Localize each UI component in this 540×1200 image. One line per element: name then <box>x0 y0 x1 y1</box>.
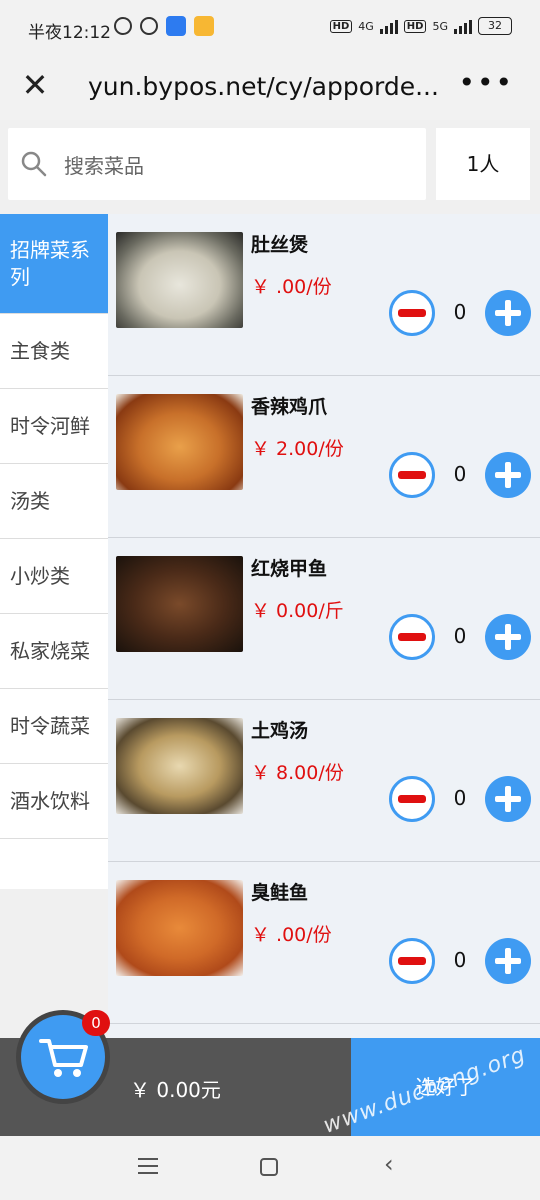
url-text[interactable]: yun.bypos.net/cy/apporde... <box>88 72 448 101</box>
status-time: 半夜12:12 <box>28 23 111 43</box>
cart-count-badge: 0 <box>82 1010 110 1036</box>
status-bar: 半夜12:12 HD 4G HD 5G 32 <box>0 0 540 58</box>
search-input[interactable]: 搜索菜品 <box>8 128 426 200</box>
dish-price: ￥ .00/份 <box>251 276 332 298</box>
dish-price: ￥ 0.00/斤 <box>251 600 344 622</box>
decrease-button[interactable] <box>389 452 435 498</box>
search-icon <box>21 151 47 177</box>
hd-icon: HD <box>329 19 353 33</box>
hd-icon-2: HD <box>403 19 427 33</box>
category-item-signature[interactable]: 招牌菜系列 <box>0 214 108 314</box>
category-item-braised[interactable]: 私家烧菜 <box>0 614 108 689</box>
status-right: HD 4G HD 5G 32 <box>329 17 512 35</box>
cart-total: ￥ 0.00元 <box>130 1078 221 1102</box>
system-nav-bar: ‹ <box>0 1136 540 1200</box>
dish-quantity: 0 <box>453 948 467 972</box>
dish-price: ￥ 8.00/份 <box>251 762 344 784</box>
dish-quantity: 0 <box>453 300 467 324</box>
dish-image <box>116 880 243 976</box>
dish-item: 红烧甲鱼 ￥ 0.00/斤 0 <box>108 538 540 700</box>
browser-toolbar: ✕ yun.bypos.net/cy/apporde... ••• <box>0 58 540 120</box>
dish-item: 臭鲑鱼 ￥ .00/份 0 <box>108 862 540 1024</box>
dish-image <box>116 556 243 652</box>
dish-item: 土鸡汤 ￥ 8.00/份 0 <box>108 700 540 862</box>
network-label: 4G <box>358 19 374 33</box>
dish-name: 红烧甲鱼 <box>251 558 328 580</box>
category-sidebar: 招牌菜系列 主食类 时令河鲜 汤类 小炒类 私家烧菜 时令蔬菜 酒水饮料 <box>0 214 108 1044</box>
recent-apps-icon[interactable] <box>138 1158 158 1176</box>
close-icon[interactable]: ✕ <box>18 68 52 102</box>
back-icon[interactable]: ‹ <box>384 1150 394 1178</box>
increase-button[interactable] <box>485 452 531 498</box>
dish-name: 肚丝煲 <box>251 234 309 256</box>
status-notification-icons <box>114 16 214 36</box>
dish-item: 肚丝煲 ￥ .00/份 0 <box>108 214 540 376</box>
dish-item: 香辣鸡爪 ￥ 2.00/份 0 <box>108 376 540 538</box>
mute-icon <box>114 17 132 35</box>
decrease-button[interactable] <box>389 290 435 336</box>
home-icon[interactable] <box>260 1158 278 1176</box>
category-spacer <box>0 839 108 889</box>
increase-button[interactable] <box>485 290 531 336</box>
search-row: 搜索菜品 1人 <box>0 120 540 214</box>
alarm-icon <box>140 17 158 35</box>
category-item-staple[interactable]: 主食类 <box>0 314 108 389</box>
network-label-2: 5G <box>432 19 448 33</box>
app-notification-icon-2 <box>194 16 214 36</box>
dish-price: ￥ .00/份 <box>251 924 332 946</box>
dish-name: 臭鲑鱼 <box>251 882 309 904</box>
more-options-icon[interactable]: ••• <box>458 66 514 99</box>
decrease-button[interactable] <box>389 938 435 984</box>
dish-quantity: 0 <box>453 786 467 810</box>
search-placeholder: 搜索菜品 <box>64 154 144 178</box>
signal-icon-2 <box>454 18 472 34</box>
dish-quantity: 0 <box>453 462 467 486</box>
dish-image <box>116 718 243 814</box>
people-count-button[interactable]: 1人 <box>436 128 530 200</box>
increase-button[interactable] <box>485 614 531 660</box>
dish-name: 香辣鸡爪 <box>251 396 328 418</box>
dish-image <box>116 394 243 490</box>
category-item-soup[interactable]: 汤类 <box>0 464 108 539</box>
app-notification-icon <box>166 16 186 36</box>
dish-name: 土鸡汤 <box>251 720 309 742</box>
category-item-stir-fry[interactable]: 小炒类 <box>0 539 108 614</box>
category-item-drinks[interactable]: 酒水饮料 <box>0 764 108 839</box>
signal-icon <box>379 18 398 34</box>
cart-icon <box>39 1039 88 1077</box>
decrease-button[interactable] <box>389 614 435 660</box>
category-item-vegetables[interactable]: 时令蔬菜 <box>0 689 108 764</box>
decrease-button[interactable] <box>389 776 435 822</box>
dish-price: ￥ 2.00/份 <box>251 438 344 460</box>
battery-icon: 32 <box>478 17 512 35</box>
increase-button[interactable] <box>485 776 531 822</box>
dish-quantity: 0 <box>453 624 467 648</box>
category-item-river-fresh[interactable]: 时令河鲜 <box>0 389 108 464</box>
dish-list: 肚丝煲 ￥ .00/份 0 香辣鸡爪 ￥ 2.00/份 0 红烧甲鱼 ￥ 0.0… <box>108 214 540 1038</box>
dish-image <box>116 232 243 328</box>
increase-button[interactable] <box>485 938 531 984</box>
